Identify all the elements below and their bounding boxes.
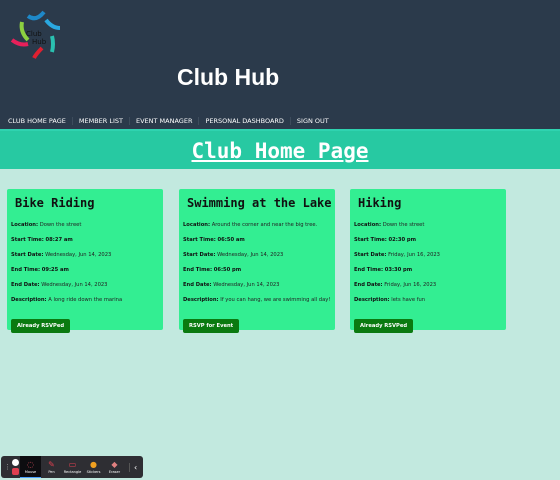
- field-label: Start Time:: [11, 237, 44, 243]
- event-description: Description: If you can hang, we are swi…: [183, 297, 331, 312]
- event-end-date: End Date: Wednesday, Jun 14, 2023: [11, 282, 159, 297]
- event-end-time: End Time: 03:30 pm: [354, 267, 502, 282]
- event-description: Description: A long ride down the marina: [11, 297, 159, 312]
- field-label: End Date:: [183, 282, 212, 288]
- field-value: If you can hang, we are swimming all day…: [220, 297, 331, 303]
- field-value: 02:30 pm: [388, 237, 416, 243]
- field-value: 06:50 am: [217, 237, 245, 243]
- field-label: Start Time:: [183, 237, 216, 243]
- nav-event-manager[interactable]: EVENT MANAGER: [130, 116, 200, 125]
- field-label: Start Date:: [183, 252, 216, 258]
- tool-label: Eraser: [108, 470, 121, 474]
- tool-eraser[interactable]: ◆ Eraser: [104, 456, 125, 478]
- annotation-toolbar: ⋮ ◌ Mouse ✎ Pen ▭ Rectangle ● Stickers ◆ Eras…: [1, 456, 143, 478]
- tool-rectangle[interactable]: ▭ Rectangle: [62, 456, 83, 478]
- field-label: Description:: [183, 297, 219, 303]
- event-location: Location: Down the street: [11, 222, 159, 237]
- field-label: Start Time:: [354, 237, 387, 243]
- field-label: End Time:: [183, 267, 213, 273]
- nav-personal-dashboard[interactable]: PERSONAL DASHBOARD: [199, 116, 291, 125]
- event-start-time: Start Time: 06:50 am: [183, 237, 331, 252]
- header: Club Hub Club Hub: [0, 0, 560, 112]
- event-title: Hiking: [358, 196, 402, 210]
- event-card: Hiking Location: Down the street Start Tim…: [350, 189, 506, 333]
- field-value: 03:30 pm: [384, 267, 413, 273]
- field-value: Friday, Jun 16, 2023: [384, 282, 437, 288]
- main-nav: CLUB HOME PAGE MEMBER LIST EVENT MANAGER…: [0, 112, 560, 129]
- event-end-time: End Time: 06:50 pm: [183, 267, 331, 282]
- tool-label: Rectangle: [63, 470, 82, 474]
- mouse-icon: ◌: [27, 459, 34, 469]
- sticker-icon: ●: [90, 460, 97, 469]
- nav-sign-out[interactable]: SIGN OUT: [291, 117, 335, 125]
- field-value: 08:27 am: [45, 237, 73, 243]
- tool-label: Stickers: [86, 470, 101, 474]
- event-start-date: Start Date: Wednesday, Jun 14, 2023: [183, 252, 331, 267]
- rectangle-icon: ▭: [68, 460, 77, 469]
- field-value: Around the corner and near the big tree.: [211, 222, 318, 228]
- record-controls: [10, 459, 20, 475]
- tool-label: Pen: [48, 470, 55, 474]
- tool-label: Mouse: [24, 469, 37, 474]
- field-value: A long ride down the marina: [48, 297, 123, 303]
- field-label: Location:: [11, 222, 39, 228]
- field-value: Down the street: [39, 222, 82, 228]
- event-description: Description: lets have fun: [354, 297, 502, 312]
- field-label: End Time:: [354, 267, 384, 273]
- field-label: Description:: [354, 297, 390, 303]
- field-label: End Date:: [354, 282, 383, 288]
- event-location: Location: Down the street: [354, 222, 502, 237]
- field-label: Description:: [11, 297, 47, 303]
- field-value: 09:25 am: [41, 267, 69, 273]
- page-title: Club Home Page: [191, 139, 369, 163]
- field-value: Wednesday, Jun 14, 2023: [213, 282, 280, 288]
- field-value: Friday, Jun 16, 2023: [388, 252, 440, 258]
- field-label: Location:: [354, 222, 382, 228]
- club-hub-logo: Club Hub: [10, 10, 61, 59]
- field-value: Down the street: [382, 222, 425, 228]
- event-start-time: Start Time: 08:27 am: [11, 237, 159, 252]
- event-title: Swimming at the Lake: [187, 196, 332, 210]
- field-value: lets have fun: [391, 297, 426, 303]
- event-card: Swimming at the Lake Location: Around the…: [179, 189, 335, 333]
- event-card: Bike Riding Location: Down the street Star…: [7, 189, 163, 333]
- nav-club-home-page[interactable]: CLUB HOME PAGE: [2, 116, 73, 125]
- event-location: Location: Around the corner and near the…: [183, 222, 331, 237]
- eraser-icon: ◆: [111, 460, 118, 469]
- event-start-date: Start Date: Wednesday, Jun 14, 2023: [11, 252, 159, 267]
- event-start-date: Start Date: Friday, Jun 16, 2023: [354, 252, 502, 267]
- rsvp-button[interactable]: RSVP for Event: [183, 319, 240, 333]
- pause-icon[interactable]: [11, 459, 19, 466]
- nav-member-list[interactable]: MEMBER LIST: [73, 116, 130, 125]
- tool-stickers[interactable]: ● Stickers: [83, 456, 104, 478]
- field-value: Wednesday, Jun 14, 2023: [45, 252, 112, 258]
- field-label: End Time:: [11, 267, 41, 273]
- field-label: End Date:: [11, 282, 40, 288]
- pen-icon: ✎: [48, 460, 55, 469]
- event-end-date: End Date: Wednesday, Jun 14, 2023: [183, 282, 331, 297]
- rsvp-button[interactable]: Already RSVPed: [11, 319, 71, 333]
- page-banner: Club Home Page: [0, 129, 560, 169]
- record-icon[interactable]: [11, 468, 19, 475]
- tool-mouse[interactable]: ◌ Mouse: [20, 456, 41, 478]
- field-value: Wednesday, Jun 14, 2023: [217, 252, 284, 258]
- site-title: Club Hub: [177, 64, 280, 90]
- event-title: Bike Riding: [15, 196, 95, 210]
- event-end-time: End Time: 09:25 am: [11, 267, 159, 282]
- field-label: Start Date:: [354, 252, 387, 258]
- field-label: Start Date:: [11, 252, 44, 258]
- rsvp-button[interactable]: Already RSVPed: [354, 319, 414, 333]
- event-start-time: Start Time: 02:30 pm: [354, 237, 502, 252]
- collapse-chevron-icon[interactable]: ‹: [129, 462, 137, 472]
- svg-text:Hub: Hub: [32, 38, 47, 46]
- field-value: Wednesday, Jun 14, 2023: [41, 282, 108, 288]
- event-end-date: End Date: Friday, Jun 16, 2023: [354, 282, 502, 297]
- tool-pen[interactable]: ✎ Pen: [41, 456, 62, 478]
- field-value: 06:50 pm: [213, 267, 242, 273]
- field-label: Location:: [183, 222, 211, 228]
- svg-text:Club: Club: [26, 30, 42, 38]
